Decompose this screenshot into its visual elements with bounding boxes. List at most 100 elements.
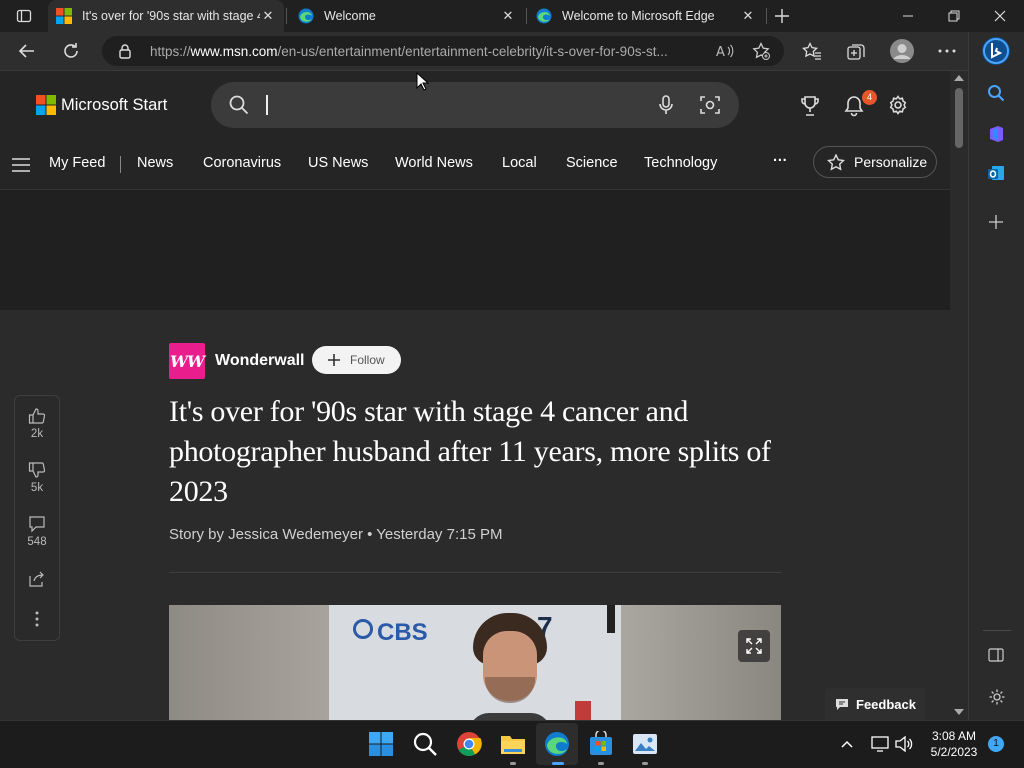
edge-logo-icon	[536, 8, 552, 24]
comment-count: 548	[27, 536, 47, 548]
restore-icon[interactable]	[948, 10, 960, 22]
display-icon[interactable]	[871, 736, 889, 752]
search-input[interactable]	[211, 82, 739, 128]
visual-search-icon[interactable]	[700, 95, 720, 115]
sidebar-settings-icon[interactable]	[988, 688, 1006, 706]
nav-my-feed[interactable]: My Feed	[49, 155, 105, 171]
show-hidden-icons-chevron[interactable]	[840, 739, 854, 749]
notifications-bell-icon[interactable]	[844, 95, 864, 117]
new-tab-icon[interactable]	[774, 8, 790, 24]
like-count: 2k	[30, 428, 44, 440]
dislike-count: 5k	[30, 482, 44, 494]
read-aloud-icon[interactable]: A	[716, 43, 734, 59]
nav-more-button[interactable]: ···	[773, 153, 788, 169]
nav-local[interactable]: Local	[502, 155, 537, 171]
address-bar[interactable]: https://www.msn.com/en-us/entertainment/…	[102, 36, 784, 66]
share-icon[interactable]	[29, 571, 45, 587]
outlook-icon[interactable]	[987, 164, 1005, 182]
more-actions-icon[interactable]	[35, 611, 39, 627]
url-text[interactable]: https://www.msn.com/en-us/entertainment/…	[150, 44, 710, 59]
tab-welcome-edge[interactable]: Welcome to Microsoft Edge ✕	[528, 0, 764, 32]
follow-button[interactable]: Follow	[312, 346, 401, 374]
nav-us-news[interactable]: US News	[308, 155, 368, 171]
feedback-button[interactable]: Feedback	[825, 688, 925, 720]
windows-start-icon[interactable]	[368, 731, 394, 757]
nav-technology[interactable]: Technology	[644, 155, 717, 171]
favorites-icon[interactable]	[802, 42, 822, 60]
tab-title: Welcome to Microsoft Edge	[562, 9, 715, 23]
more-options-icon[interactable]	[938, 49, 956, 53]
tab-title: It's over for '90s star with stage 4	[82, 9, 260, 23]
edge-taskbar-icon[interactable]	[544, 731, 570, 757]
nav-coronavirus[interactable]: Coronavirus	[203, 155, 281, 171]
tab-actions-icon[interactable]	[16, 8, 32, 24]
man-portrait	[469, 613, 551, 720]
settings-gear-icon[interactable]	[888, 95, 908, 115]
article-headline: It's over for '90s star with stage 4 can…	[169, 395, 771, 508]
backdrop-logo-text: CBS	[377, 619, 428, 646]
personalize-label: Personalize	[854, 154, 928, 170]
taskbar-search-icon[interactable]	[412, 731, 438, 757]
clock-date: 5/2/2023	[930, 745, 978, 759]
edge-logo-icon	[298, 8, 314, 24]
microsoft-logo-icon[interactable]	[36, 95, 56, 115]
store-icon[interactable]	[588, 731, 614, 757]
hamburger-menu-icon[interactable]	[12, 158, 30, 172]
wonderwall-logo[interactable]: WW	[169, 343, 205, 379]
article: WW Wonderwall Follow It's over for '90s …	[0, 310, 950, 720]
volume-icon[interactable]	[895, 736, 913, 752]
dislike-icon[interactable]	[28, 461, 46, 479]
search-icon[interactable]	[229, 95, 249, 115]
mouse-cursor	[416, 72, 430, 92]
microsoft-logo-icon	[56, 8, 72, 24]
system-clock[interactable]: 3:08 AM 5/2/2023	[922, 728, 986, 760]
add-sidebar-app-icon[interactable]	[989, 215, 1003, 229]
lock-icon[interactable]	[118, 43, 132, 59]
close-tab-icon[interactable]: ✕	[260, 8, 276, 24]
nav-science[interactable]: Science	[566, 155, 618, 171]
expand-icon	[746, 638, 762, 654]
back-icon[interactable]	[18, 42, 36, 60]
hide-sidebar-icon[interactable]	[988, 647, 1004, 663]
personalize-button[interactable]: Personalize	[813, 146, 937, 178]
brand-name[interactable]: Microsoft Start	[61, 96, 167, 115]
office-icon[interactable]	[987, 125, 1005, 143]
file-explorer-icon[interactable]	[500, 731, 526, 757]
chrome-icon[interactable]	[456, 731, 482, 757]
tab-msn-article[interactable]: It's over for '90s star with stage 4 ✕	[48, 0, 284, 32]
source-name[interactable]: Wonderwall	[215, 352, 305, 370]
nav-news[interactable]: News	[137, 155, 173, 171]
refresh-icon[interactable]	[62, 42, 80, 60]
microphone-icon[interactable]	[658, 95, 674, 115]
close-window-icon[interactable]	[994, 10, 1006, 22]
article-byline: Story by Jessica Wedemeyer • Yesterday 7…	[169, 526, 503, 543]
tab-bar: It's over for '90s star with stage 4 ✕ W…	[0, 0, 1024, 32]
collections-icon[interactable]	[846, 42, 866, 62]
favorite-star-icon[interactable]	[752, 42, 770, 60]
feedback-label: Feedback	[856, 696, 916, 712]
comment-icon[interactable]	[28, 515, 46, 533]
msn-header: Microsoft Start 4	[0, 71, 950, 141]
edge-sidebar	[968, 32, 1024, 720]
like-icon[interactable]	[28, 407, 46, 425]
nav-world-news[interactable]: World News	[395, 155, 473, 171]
text-cursor	[266, 95, 268, 115]
feedback-icon	[836, 699, 848, 710]
close-tab-icon[interactable]: ✕	[740, 8, 756, 24]
address-toolbar: https://www.msn.com/en-us/entertainment/…	[0, 32, 968, 71]
scroll-thumb[interactable]	[955, 88, 963, 148]
notification-center-badge[interactable]: 1	[988, 736, 1004, 752]
page-scrollbar[interactable]	[950, 71, 968, 720]
profile-avatar[interactable]	[890, 39, 914, 63]
search-icon[interactable]	[987, 84, 1005, 102]
fullscreen-button[interactable]	[738, 630, 770, 662]
hero-image[interactable]: CBS S 7	[169, 605, 781, 720]
minimize-icon[interactable]	[902, 10, 914, 22]
tab-welcome[interactable]: Welcome ✕	[290, 0, 524, 32]
web-page: Microsoft Start 4 My Feed News Coronavir…	[0, 71, 950, 720]
photos-app-icon[interactable]	[632, 731, 658, 757]
taskbar: 3:08 AM 5/2/2023 1	[0, 720, 1024, 768]
bing-chat-icon[interactable]	[981, 36, 1011, 66]
rewards-trophy-icon[interactable]	[800, 95, 820, 117]
close-tab-icon[interactable]: ✕	[500, 8, 516, 24]
